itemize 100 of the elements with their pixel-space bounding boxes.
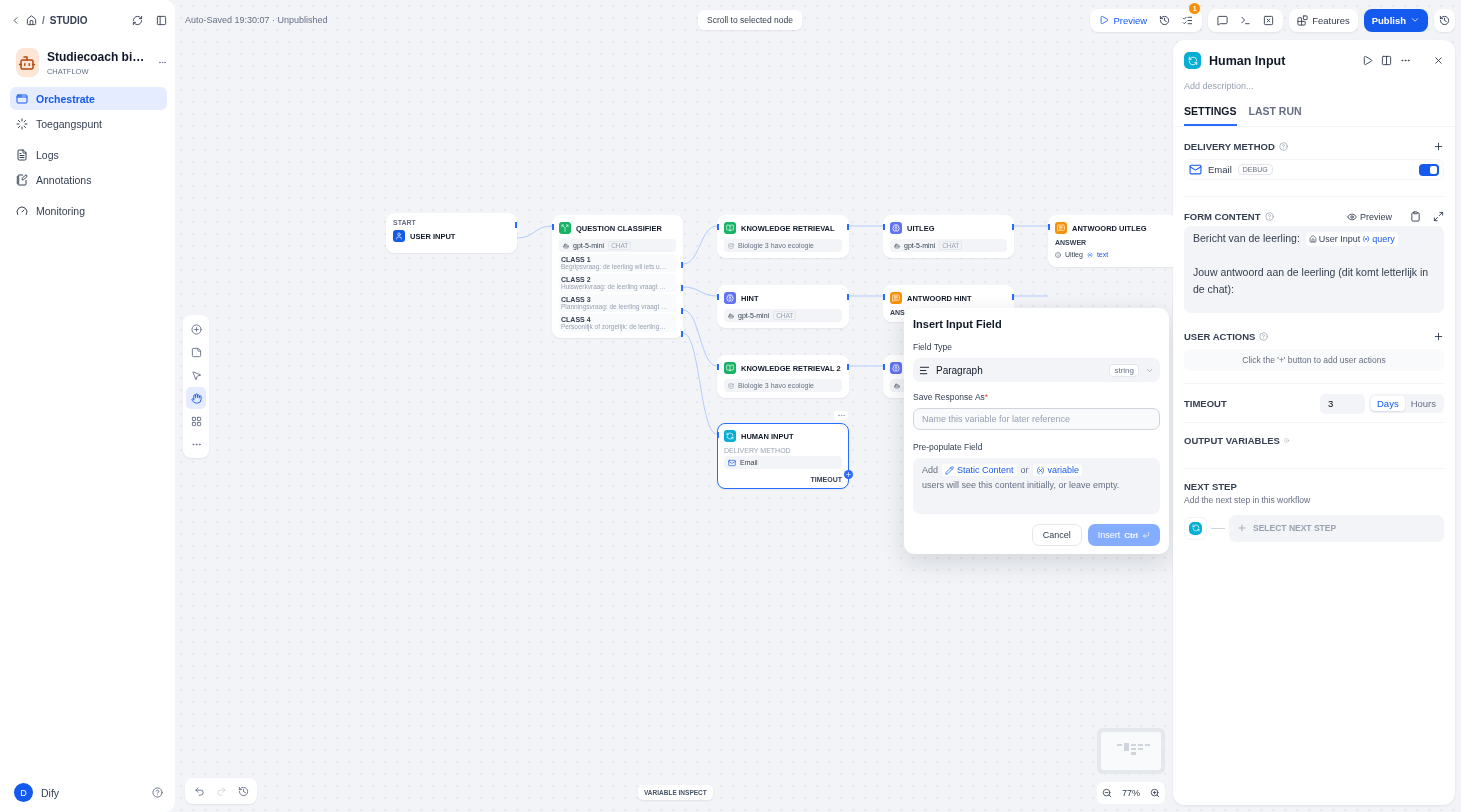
features-button[interactable]: Features bbox=[1289, 8, 1358, 32]
run-icon[interactable] bbox=[1362, 55, 1373, 66]
help-icon[interactable] bbox=[152, 787, 163, 798]
model-icon bbox=[563, 242, 569, 249]
panel-tab[interactable]: LAST RUN bbox=[1248, 103, 1302, 126]
app-name: Studiecoach bi… bbox=[46, 49, 145, 64]
home-icon[interactable] bbox=[26, 14, 37, 26]
preview-button[interactable]: Preview bbox=[1094, 8, 1153, 32]
dataset-icon bbox=[728, 242, 734, 249]
notebook-icon bbox=[16, 173, 28, 186]
play-icon bbox=[1099, 15, 1110, 25]
form-text: Jouw antwoord aan de leerling (dit komt letterlijk in de chat): bbox=[1193, 264, 1430, 297]
node-icon bbox=[724, 222, 736, 234]
connector-line bbox=[682, 225, 718, 265]
nav-item[interactable]: Monitoring bbox=[10, 199, 167, 222]
plus-icon bbox=[1237, 523, 1247, 533]
form-content-editor[interactable]: Bericht van de leerling: User Input query Jouw antwoord aan de leerling (dit komt letterlijk in de chat): bbox=[1184, 226, 1444, 313]
close-icon[interactable] bbox=[1433, 55, 1444, 66]
minimap-drawing bbox=[1117, 743, 1150, 755]
refresh-icon[interactable] bbox=[132, 14, 143, 26]
variable-name-field[interactable]: Name this variable for later reference bbox=[913, 408, 1160, 430]
variable-link[interactable]: variable bbox=[1032, 464, 1083, 476]
zoom-in-icon[interactable] bbox=[1149, 788, 1160, 798]
scroll-to-node-button[interactable]: Scroll to selected node bbox=[698, 10, 802, 30]
field-type-select[interactable]: Paragraph string bbox=[913, 358, 1160, 382]
model-icon bbox=[728, 312, 734, 319]
node-icon bbox=[890, 292, 902, 304]
publish-button[interactable]: Publish bbox=[1363, 8, 1428, 32]
breadcrumb-separator: / bbox=[42, 14, 45, 26]
connector-line bbox=[848, 365, 884, 367]
window-icon bbox=[16, 92, 28, 105]
form-text: Bericht van de leerling: bbox=[1193, 231, 1300, 246]
add-node-button[interactable] bbox=[844, 470, 853, 479]
variable-icon bbox=[1362, 234, 1371, 243]
node-icon bbox=[1184, 52, 1201, 69]
description-field[interactable]: Add description... bbox=[1184, 81, 1444, 91]
user-avatar: D bbox=[14, 783, 33, 802]
add-icon[interactable] bbox=[1433, 141, 1444, 152]
empty-actions-text: Click the '+' button to add user actions bbox=[1184, 348, 1444, 371]
variable-icon bbox=[1035, 465, 1045, 475]
pencil-icon bbox=[945, 465, 954, 475]
connector-line bbox=[848, 295, 884, 297]
nav-item[interactable]: Annotations bbox=[10, 168, 167, 191]
add-icon[interactable] bbox=[1433, 330, 1444, 342]
section-heading: USER ACTIONS bbox=[1184, 330, 1256, 342]
help-icon bbox=[1259, 331, 1269, 341]
section-heading: OUTPUT VARIABLES bbox=[1184, 434, 1280, 446]
connector-line bbox=[1013, 225, 1049, 227]
expand-icon[interactable] bbox=[1433, 211, 1444, 222]
field-label: Save Response As bbox=[913, 392, 985, 402]
model-icon bbox=[894, 382, 900, 389]
enable-toggle[interactable] bbox=[1419, 163, 1439, 176]
info-icon bbox=[1055, 251, 1061, 258]
connector-line bbox=[516, 225, 553, 239]
chip-variable: query bbox=[1372, 232, 1395, 246]
blocks-icon bbox=[1297, 14, 1309, 26]
next-step-hint: Add the next step in this workflow bbox=[1184, 494, 1312, 505]
gauge-icon bbox=[16, 204, 28, 217]
zoom-out-icon[interactable] bbox=[1102, 788, 1112, 798]
breadcrumb-title: STUDIO bbox=[49, 14, 88, 26]
node-icon bbox=[559, 222, 571, 234]
panel-toggle-icon[interactable] bbox=[156, 14, 167, 26]
hand-icon[interactable] bbox=[186, 387, 206, 409]
split-view-icon[interactable] bbox=[1381, 55, 1392, 66]
unit-option[interactable]: Hours bbox=[1404, 396, 1442, 411]
mail-icon bbox=[1189, 163, 1202, 176]
delivery-method: Email bbox=[1208, 164, 1232, 175]
help-icon bbox=[1278, 142, 1288, 151]
node-icon bbox=[890, 222, 902, 234]
mail-icon bbox=[728, 458, 736, 467]
panel-tab[interactable]: SETTINGS bbox=[1184, 103, 1237, 126]
static-content-link[interactable]: Static Content bbox=[942, 464, 1017, 476]
app-icon bbox=[16, 48, 39, 77]
home-icon bbox=[1308, 234, 1317, 243]
chip-label: User Input bbox=[1318, 232, 1361, 246]
or-text: or bbox=[1020, 465, 1029, 475]
version-history-icon[interactable] bbox=[1434, 8, 1455, 32]
unit-option[interactable]: Days bbox=[1371, 396, 1405, 411]
nav-item[interactable]: Toegangspunt bbox=[10, 112, 167, 135]
paragraph-icon bbox=[919, 364, 930, 376]
section-heading: FORM CONTENT bbox=[1184, 211, 1261, 222]
section-heading: TIMEOUT bbox=[1184, 398, 1228, 409]
node-icon bbox=[724, 430, 736, 442]
autosave-status: Auto-Saved 19:30:07 · Unpublished bbox=[185, 15, 329, 25]
add-text: Add bbox=[922, 465, 938, 475]
nav-item[interactable]: Logs bbox=[10, 143, 167, 166]
preview-button[interactable]: Preview bbox=[1347, 211, 1392, 222]
workflow-node[interactable] bbox=[552, 215, 683, 338]
enter-icon bbox=[1142, 531, 1150, 539]
connector-line bbox=[848, 225, 884, 227]
eye-icon bbox=[1347, 211, 1357, 222]
clipboard-icon[interactable] bbox=[1410, 211, 1421, 222]
nav-item[interactable]: Orchestrate bbox=[10, 87, 167, 110]
timeout-field[interactable]: 3 bbox=[1320, 393, 1365, 414]
node-icon bbox=[1055, 222, 1067, 234]
cancel-button[interactable]: Cancel bbox=[1031, 524, 1082, 546]
model-icon bbox=[894, 242, 900, 249]
connector-line bbox=[682, 286, 718, 297]
field-label: Pre-populate Field bbox=[913, 442, 984, 452]
caret-icon bbox=[1410, 15, 1420, 25]
